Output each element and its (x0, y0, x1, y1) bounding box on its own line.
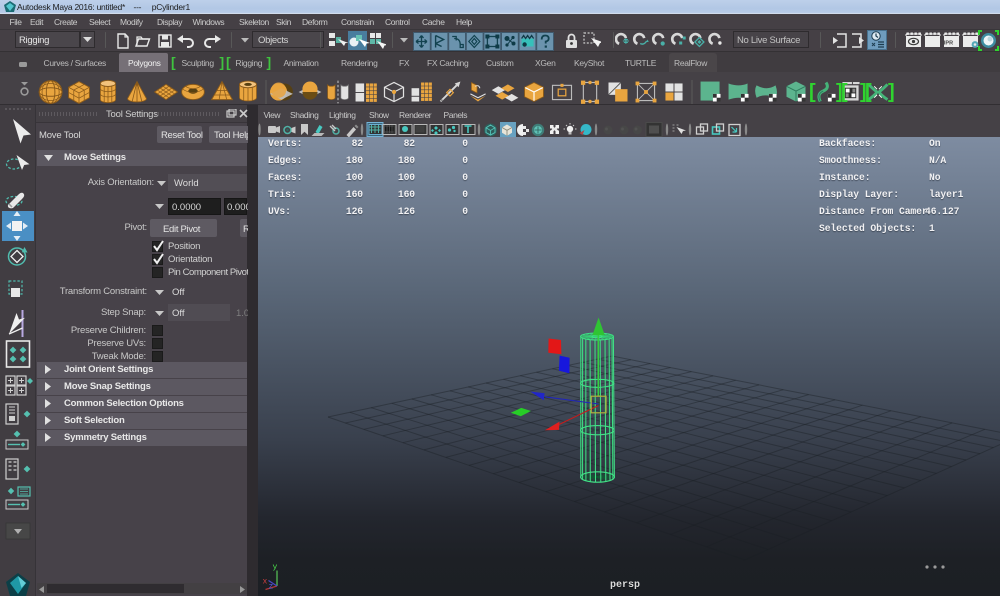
svg-text:z: z (269, 583, 274, 592)
svg-text:[: [ (865, 81, 872, 103)
svg-text:x: x (263, 578, 268, 587)
svg-text:[: [ (809, 81, 816, 103)
svg-text:]: ] (888, 81, 895, 103)
svg-text:y: y (273, 563, 278, 572)
svg-text:[: [ (841, 81, 848, 103)
svg-text:IPR: IPR (944, 41, 953, 47)
